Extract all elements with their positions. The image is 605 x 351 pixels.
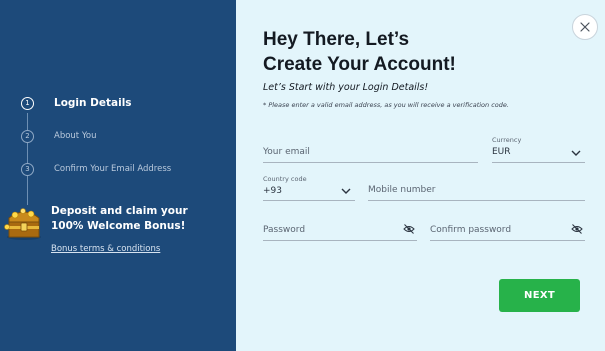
confirm-password-placeholder: Confirm password: [430, 225, 512, 235]
form-subtitle: Let’s Start with your Login Details!: [263, 82, 429, 93]
bonus-terms-link[interactable]: Bonus terms & conditions: [51, 244, 160, 254]
currency-value: EUR: [492, 147, 511, 157]
currency-select[interactable]: Currency EUR: [492, 136, 585, 163]
left-panel: 1 Login Details 2 About You 3 Confirm Yo…: [0, 0, 236, 351]
promo-line-2: 100% Welcome Bonus!: [51, 220, 186, 232]
password-placeholder: Password: [263, 225, 306, 235]
title-line-2: Create Your Account!: [263, 54, 456, 75]
step-1-indicator: 1: [21, 97, 34, 110]
step-progress: 1 Login Details 2 About You 3 Confirm Yo…: [0, 0, 236, 205]
confirm-password-field[interactable]: Confirm password: [430, 218, 585, 241]
step-3-label: Confirm Your Email Address: [54, 164, 172, 174]
page-title: Hey There, Let’s Create Your Account!: [263, 27, 563, 77]
next-button[interactable]: NEXT: [499, 279, 580, 312]
welcome-bonus-promo: Deposit and claim your 100% Welcome Bonu…: [4, 204, 234, 264]
step-connector-line: [27, 113, 28, 205]
treasure-chest-icon: [4, 208, 41, 240]
password-field[interactable]: Password: [263, 218, 417, 241]
currency-label: Currency: [492, 136, 522, 144]
close-button[interactable]: [572, 14, 598, 40]
title-line-1: Hey There, Let’s: [263, 29, 410, 50]
promo-line-1: Deposit and claim your: [51, 205, 188, 217]
mobile-placeholder: Mobile number: [368, 185, 436, 195]
eye-off-icon[interactable]: [403, 224, 415, 234]
country-code-label: Country code: [263, 175, 307, 183]
email-placeholder: Your email: [263, 147, 310, 157]
mobile-number-field[interactable]: Mobile number: [368, 178, 585, 201]
step-1-label: Login Details: [54, 97, 132, 109]
step-3-indicator: 3: [21, 163, 34, 176]
email-note: * Please enter a valid email address, as…: [263, 101, 509, 109]
chevron-down-icon: [571, 150, 581, 156]
chevron-down-icon: [341, 188, 351, 194]
signup-modal: 1 Login Details 2 About You 3 Confirm Yo…: [0, 0, 605, 351]
country-code-select[interactable]: Country code +93: [263, 175, 355, 201]
promo-headline: Deposit and claim your 100% Welcome Bonu…: [51, 204, 231, 234]
country-code-value: +93: [263, 186, 282, 196]
close-icon: [580, 22, 590, 32]
email-field[interactable]: Your email: [263, 140, 478, 163]
eye-off-icon[interactable]: [571, 224, 583, 234]
step-2-indicator: 2: [21, 130, 34, 143]
step-2-label: About You: [54, 131, 97, 141]
